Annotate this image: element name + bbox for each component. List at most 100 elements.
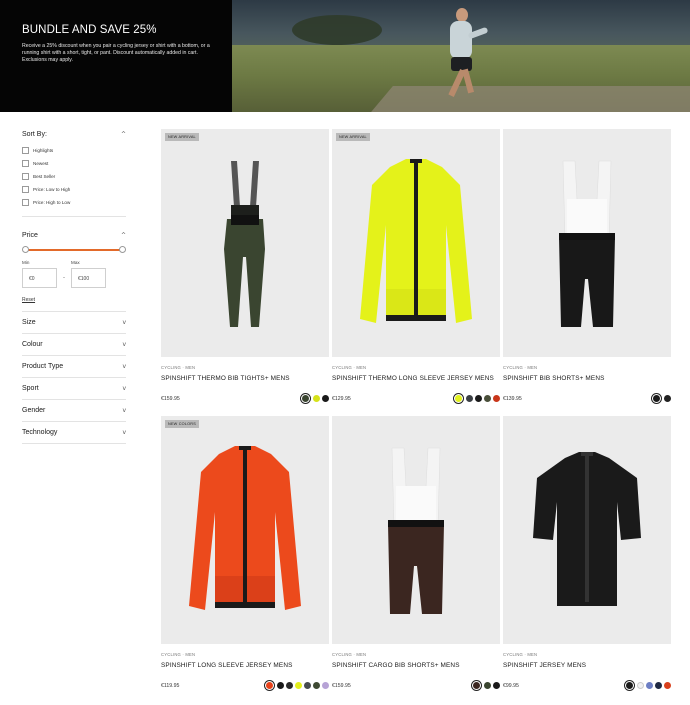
product-category: CYCLING · MEN [503,652,538,657]
sort-option[interactable]: Price: High to Low [22,196,126,209]
color-swatch[interactable] [484,682,491,689]
color-swatch[interactable] [646,682,653,689]
color-swatch[interactable] [637,682,644,689]
bib-shorts-icon [559,160,615,327]
color-swatches [300,395,329,402]
product-name[interactable]: SPINSHIFT JERSEY MENS [503,662,671,669]
product-card[interactable]: NEW ARRIVAL CYCLING · MEN SPINSHIFT THERMO… [332,129,500,402]
sort-checkbox[interactable] [22,186,29,193]
color-swatch[interactable] [304,682,311,689]
product-image[interactable] [503,129,671,357]
product-badge: NEW ARRIVAL [165,133,199,141]
chevron-down-icon[interactable]: v [122,385,126,392]
color-swatch[interactable] [484,395,491,402]
color-swatch[interactable] [266,682,273,689]
color-swatch[interactable] [455,395,462,402]
price-filter-header[interactable]: Price ^ [22,225,126,245]
facet-product-type[interactable]: Product Type v [22,355,126,377]
reset-link[interactable]: Reset [22,297,126,311]
color-swatch[interactable] [493,682,500,689]
chevron-up-icon[interactable]: ^ [121,232,126,239]
color-swatch[interactable] [493,395,500,402]
chevron-down-icon[interactable]: v [122,407,126,414]
color-swatch[interactable] [466,395,473,402]
color-swatches [624,682,671,689]
product-image[interactable] [332,416,500,644]
price-min-input[interactable]: €0 [22,268,57,288]
facet-sport[interactable]: Sport v [22,377,126,399]
product-image[interactable]: NEW ARRIVAL [332,129,500,357]
jersey-short-sleeve-icon [533,452,641,606]
color-swatch[interactable] [322,395,329,402]
color-swatches [453,395,500,402]
chevron-down-icon[interactable]: v [122,341,126,348]
sort-checkbox[interactable] [22,173,29,180]
chevron-down-icon[interactable]: v [122,363,126,370]
bib-shorts-icon [388,447,444,614]
product-name[interactable]: SPINSHIFT THERMO LONG SLEEVE JERSEY MENS [332,375,500,382]
sort-option[interactable]: Highlights [22,144,126,157]
sort-checkbox[interactable] [22,160,29,167]
product-image[interactable]: NEW ARRIVAL [161,129,329,357]
facet-label: Gender [22,407,46,414]
price-min-handle[interactable] [22,246,29,253]
product-image[interactable]: NEW COLORS [161,416,329,644]
product-card[interactable]: NEW COLORS CYCLING · MEN SPINSHIFT LONG SL… [161,416,329,689]
product-card[interactable]: NEW ARRIVAL CYCLING · MEN SPINSHIFT THERMO… [161,129,329,402]
color-swatch[interactable] [313,682,320,689]
color-swatch[interactable] [473,682,480,689]
price-max-handle[interactable] [119,246,126,253]
chevron-down-icon[interactable]: v [122,319,126,326]
color-swatch[interactable] [277,682,284,689]
sort-options: Highlights Newest Best Seller Price: Low to… [22,144,126,209]
color-swatch[interactable] [653,395,660,402]
product-name[interactable]: SPINSHIFT LONG SLEEVE JERSEY MENS [161,662,329,669]
sort-option[interactable]: Price: Low to High [22,183,126,196]
price-range-slider[interactable] [22,246,126,254]
color-swatch[interactable] [313,395,320,402]
product-price: €99.95 [503,682,519,689]
color-swatch[interactable] [322,682,329,689]
product-name[interactable]: SPINSHIFT CARGO BIB SHORTS+ MENS [332,662,500,669]
facet-label: Product Type [22,363,64,370]
color-swatch[interactable] [286,682,293,689]
facet-label: Colour [22,341,43,348]
color-swatch[interactable] [475,395,482,402]
sort-by-header[interactable]: Sort By: ^ [22,124,126,144]
facet-technology[interactable]: Technology v [22,421,126,443]
color-swatches [471,682,500,689]
sort-checkbox[interactable] [22,199,29,206]
product-card[interactable]: CYCLING · MEN SPINSHIFT CARGO BIB SHORTS+… [332,416,500,689]
product-name[interactable]: SPINSHIFT THERMO BIB TIGHTS+ MENS [161,375,329,382]
sort-checkbox[interactable] [22,147,29,154]
facet-size[interactable]: Size v [22,311,126,333]
filter-facets: Size v Colour v Product Type v Sport v Gender v Te… [22,311,126,443]
product-image[interactable] [503,416,671,644]
product-price: €159.95 [332,682,351,689]
facet-colour[interactable]: Colour v [22,333,126,355]
product-card[interactable]: CYCLING · MEN SPINSHIFT JERSEY MENS €99.95 [503,416,671,689]
product-card[interactable]: CYCLING · MEN SPINSHIFT BIB SHORTS+ MENS €… [503,129,671,402]
sort-option-label: Highlights [33,148,54,153]
product-name[interactable]: SPINSHIFT BIB SHORTS+ MENS [503,375,671,382]
product-category: CYCLING · MEN [161,365,196,370]
sort-option-label: Price: High to Low [33,200,71,205]
color-swatch[interactable] [302,395,309,402]
sort-option-label: Price: Low to High [33,187,71,192]
chevron-down-icon[interactable]: v [122,429,126,436]
product-category: CYCLING · MEN [332,365,367,370]
price-title: Price [22,231,38,239]
facet-gender[interactable]: Gender v [22,399,126,421]
color-swatch[interactable] [664,395,671,402]
chevron-up-icon[interactable]: ^ [121,131,126,138]
product-price: €119.95 [161,682,180,689]
sort-option[interactable]: Best Seller [22,170,126,183]
min-label: Min [22,260,30,265]
price-max-input[interactable]: €100 [71,268,106,288]
sort-option[interactable]: Newest [22,157,126,170]
color-swatch[interactable] [626,682,633,689]
color-swatch[interactable] [655,682,662,689]
promo-banner[interactable]: BUNDLE AND SAVE 25% Receive a 25% discou… [0,0,690,112]
color-swatch[interactable] [664,682,671,689]
color-swatch[interactable] [295,682,302,689]
